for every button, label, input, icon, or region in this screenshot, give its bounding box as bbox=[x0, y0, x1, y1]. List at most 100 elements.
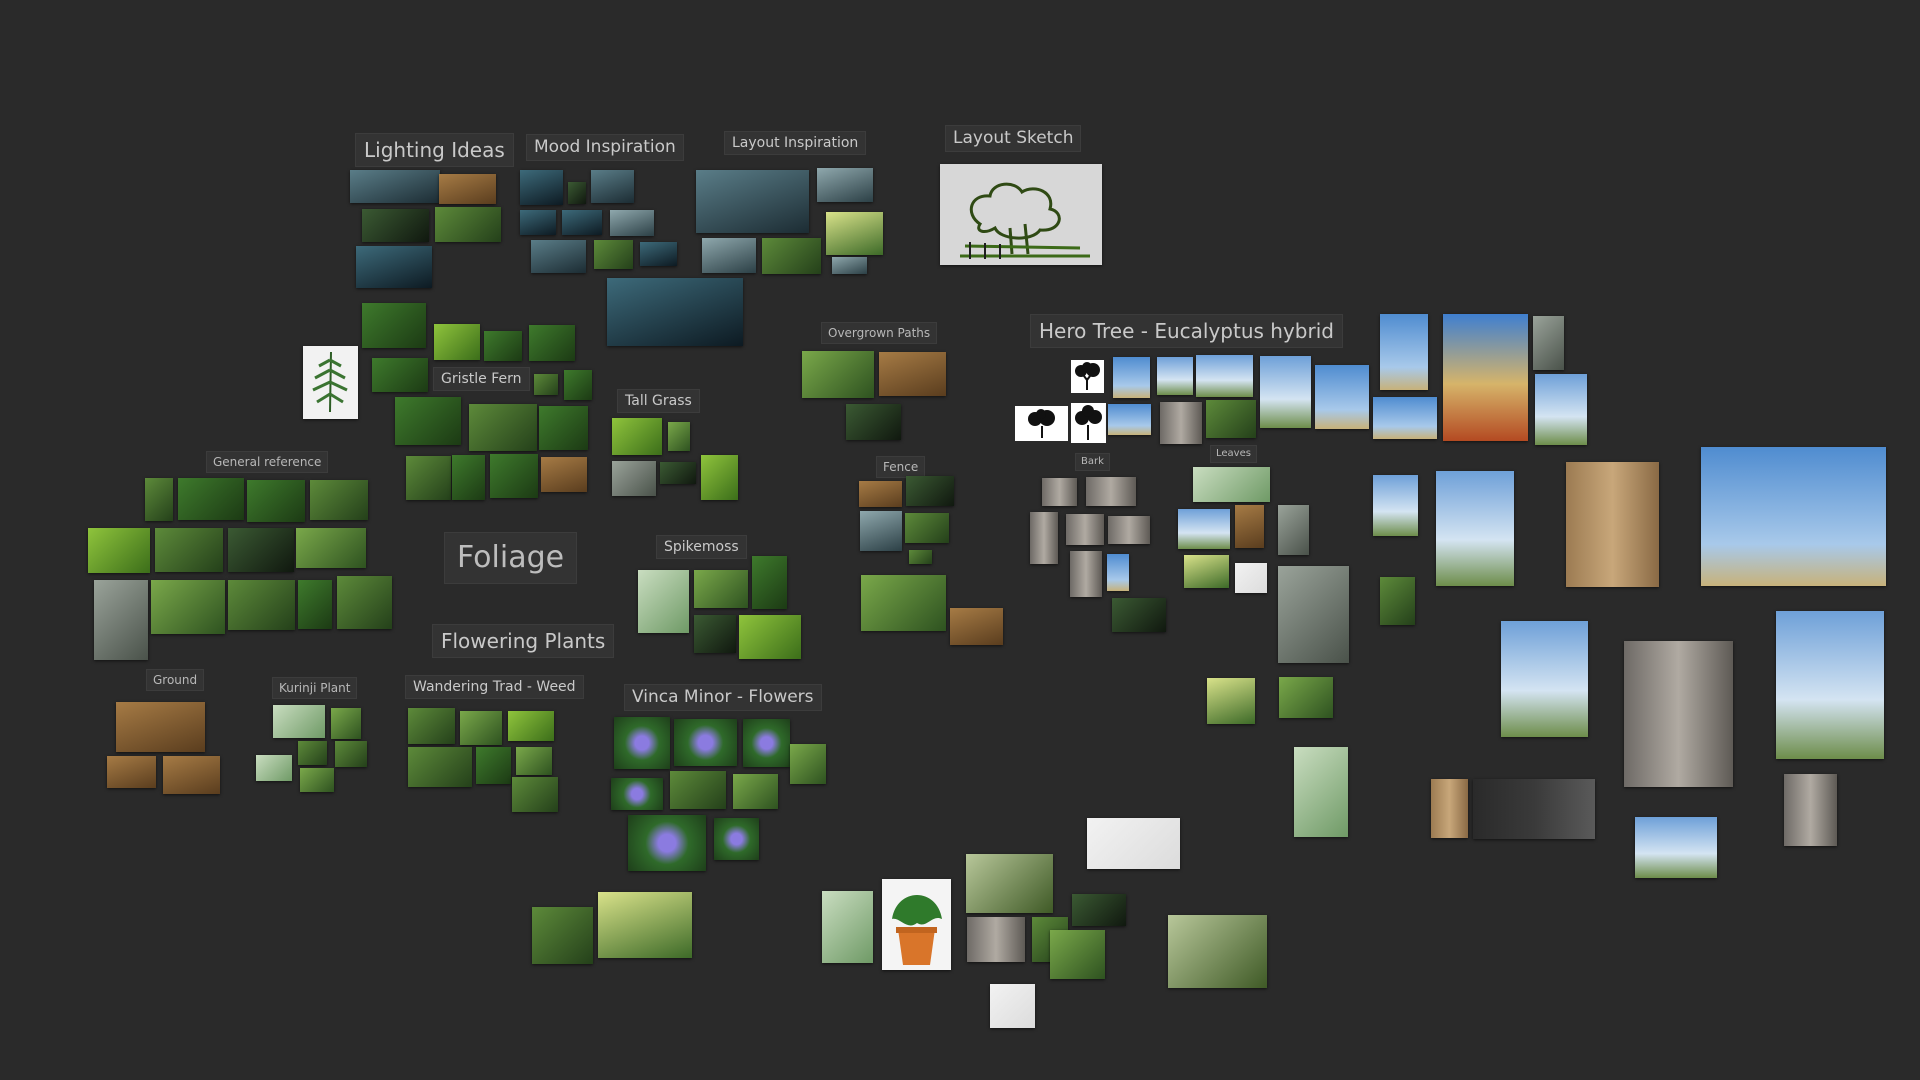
reference-image[interactable] bbox=[247, 480, 305, 522]
reference-image[interactable] bbox=[861, 575, 946, 631]
reference-image[interactable] bbox=[298, 580, 332, 629]
reference-image[interactable] bbox=[439, 174, 496, 204]
reference-image[interactable] bbox=[859, 481, 902, 507]
reference-image[interactable] bbox=[107, 756, 156, 788]
reference-image[interactable] bbox=[529, 325, 575, 361]
reference-image[interactable] bbox=[508, 711, 554, 741]
moodboard-canvas[interactable]: Foliage Lighting Ideas Mood Inspiration … bbox=[0, 0, 1920, 1080]
reference-image[interactable] bbox=[460, 711, 502, 745]
group-title-bark[interactable]: Bark bbox=[1075, 453, 1110, 471]
reference-image[interactable] bbox=[1070, 551, 1102, 597]
reference-image[interactable] bbox=[1193, 467, 1270, 502]
reference-image[interactable] bbox=[1072, 894, 1126, 926]
reference-image[interactable] bbox=[909, 550, 932, 564]
reference-image[interactable] bbox=[1624, 641, 1733, 787]
reference-image[interactable] bbox=[1380, 577, 1415, 625]
reference-image[interactable] bbox=[256, 755, 292, 781]
reference-image[interactable] bbox=[1436, 471, 1514, 586]
reference-image[interactable] bbox=[520, 210, 556, 235]
reference-image[interactable] bbox=[607, 278, 743, 346]
reference-image[interactable] bbox=[1168, 915, 1267, 988]
reference-image[interactable] bbox=[469, 404, 537, 451]
reference-image[interactable] bbox=[1184, 555, 1229, 588]
reference-image[interactable] bbox=[408, 747, 472, 787]
reference-image[interactable] bbox=[832, 257, 867, 274]
reference-image[interactable] bbox=[532, 907, 593, 964]
reference-image[interactable] bbox=[743, 719, 790, 767]
reference-image[interactable] bbox=[564, 370, 592, 400]
reference-image[interactable] bbox=[990, 984, 1035, 1028]
group-title-tall-grass[interactable]: Tall Grass bbox=[617, 389, 700, 413]
reference-image[interactable] bbox=[163, 756, 220, 794]
reference-image[interactable] bbox=[434, 324, 480, 360]
reference-image[interactable] bbox=[733, 774, 778, 809]
reference-image[interactable] bbox=[1235, 563, 1267, 593]
reference-image[interactable] bbox=[966, 854, 1053, 913]
reference-image[interactable] bbox=[1566, 462, 1659, 587]
reference-image[interactable] bbox=[1050, 930, 1105, 979]
reference-image[interactable] bbox=[356, 246, 432, 288]
reference-image[interactable] bbox=[702, 238, 756, 273]
reference-image[interactable] bbox=[1207, 678, 1255, 724]
reference-image[interactable] bbox=[1260, 356, 1311, 428]
reference-image[interactable] bbox=[331, 708, 361, 739]
reference-image[interactable] bbox=[1178, 509, 1230, 549]
reference-image[interactable] bbox=[967, 917, 1025, 962]
reference-image[interactable] bbox=[539, 406, 588, 450]
reference-image[interactable] bbox=[1113, 357, 1150, 398]
reference-image[interactable] bbox=[950, 608, 1003, 645]
reference-image[interactable] bbox=[628, 815, 706, 871]
reference-image[interactable] bbox=[350, 170, 440, 203]
reference-image[interactable] bbox=[1501, 621, 1588, 737]
reference-image[interactable] bbox=[395, 397, 461, 445]
group-title-fence[interactable]: Fence bbox=[876, 456, 926, 478]
reference-image[interactable] bbox=[1235, 505, 1264, 548]
reference-image[interactable] bbox=[846, 404, 901, 440]
reference-image[interactable] bbox=[739, 615, 801, 659]
reference-image[interactable] bbox=[435, 207, 501, 242]
reference-image[interactable] bbox=[906, 476, 954, 506]
reference-image[interactable] bbox=[1112, 598, 1166, 632]
reference-image[interactable] bbox=[879, 352, 946, 396]
reference-image[interactable] bbox=[694, 615, 736, 653]
reference-image[interactable] bbox=[88, 528, 150, 573]
potted-ivy-image[interactable] bbox=[882, 879, 951, 970]
reference-image[interactable] bbox=[1533, 316, 1564, 370]
reference-image[interactable] bbox=[660, 462, 696, 484]
reference-image[interactable] bbox=[860, 511, 902, 551]
reference-image[interactable] bbox=[228, 580, 295, 630]
reference-image[interactable] bbox=[1279, 677, 1333, 718]
reference-image[interactable] bbox=[116, 702, 205, 752]
reference-image[interactable] bbox=[151, 580, 225, 634]
reference-image[interactable] bbox=[611, 778, 663, 810]
group-title-hero-tree[interactable]: Hero Tree - Eucalyptus hybrid bbox=[1030, 314, 1343, 348]
reference-image[interactable] bbox=[752, 556, 787, 609]
reference-image[interactable] bbox=[484, 331, 522, 361]
reference-image[interactable] bbox=[512, 777, 558, 812]
reference-image[interactable] bbox=[1315, 365, 1369, 429]
reference-image[interactable] bbox=[372, 358, 428, 392]
fern-leaf-image[interactable] bbox=[303, 346, 358, 419]
reference-image[interactable] bbox=[1294, 747, 1348, 837]
group-title-flowering-plants[interactable]: Flowering Plants bbox=[432, 624, 615, 658]
reference-image[interactable] bbox=[534, 374, 558, 395]
reference-image[interactable] bbox=[817, 168, 873, 202]
group-title-mood-inspiration[interactable]: Mood Inspiration bbox=[526, 134, 684, 161]
reference-image[interactable] bbox=[273, 705, 325, 738]
reference-image[interactable] bbox=[670, 771, 726, 809]
group-title-layout-inspiration[interactable]: Layout Inspiration bbox=[724, 131, 867, 155]
group-title-leaves[interactable]: Leaves bbox=[1210, 445, 1257, 463]
reference-image[interactable] bbox=[802, 351, 874, 398]
reference-image[interactable] bbox=[155, 528, 223, 572]
reference-image[interactable] bbox=[1776, 611, 1884, 759]
group-title-spikemoss[interactable]: Spikemoss bbox=[656, 535, 747, 559]
reference-image[interactable] bbox=[1535, 374, 1587, 445]
reference-image[interactable] bbox=[612, 461, 656, 496]
reference-image[interactable] bbox=[476, 747, 511, 784]
reference-image[interactable] bbox=[1066, 514, 1104, 545]
reference-image[interactable] bbox=[1108, 516, 1150, 544]
reference-image[interactable] bbox=[1107, 554, 1129, 591]
reference-image[interactable] bbox=[610, 210, 654, 236]
reference-image[interactable] bbox=[594, 240, 633, 269]
reference-image[interactable] bbox=[452, 455, 485, 500]
